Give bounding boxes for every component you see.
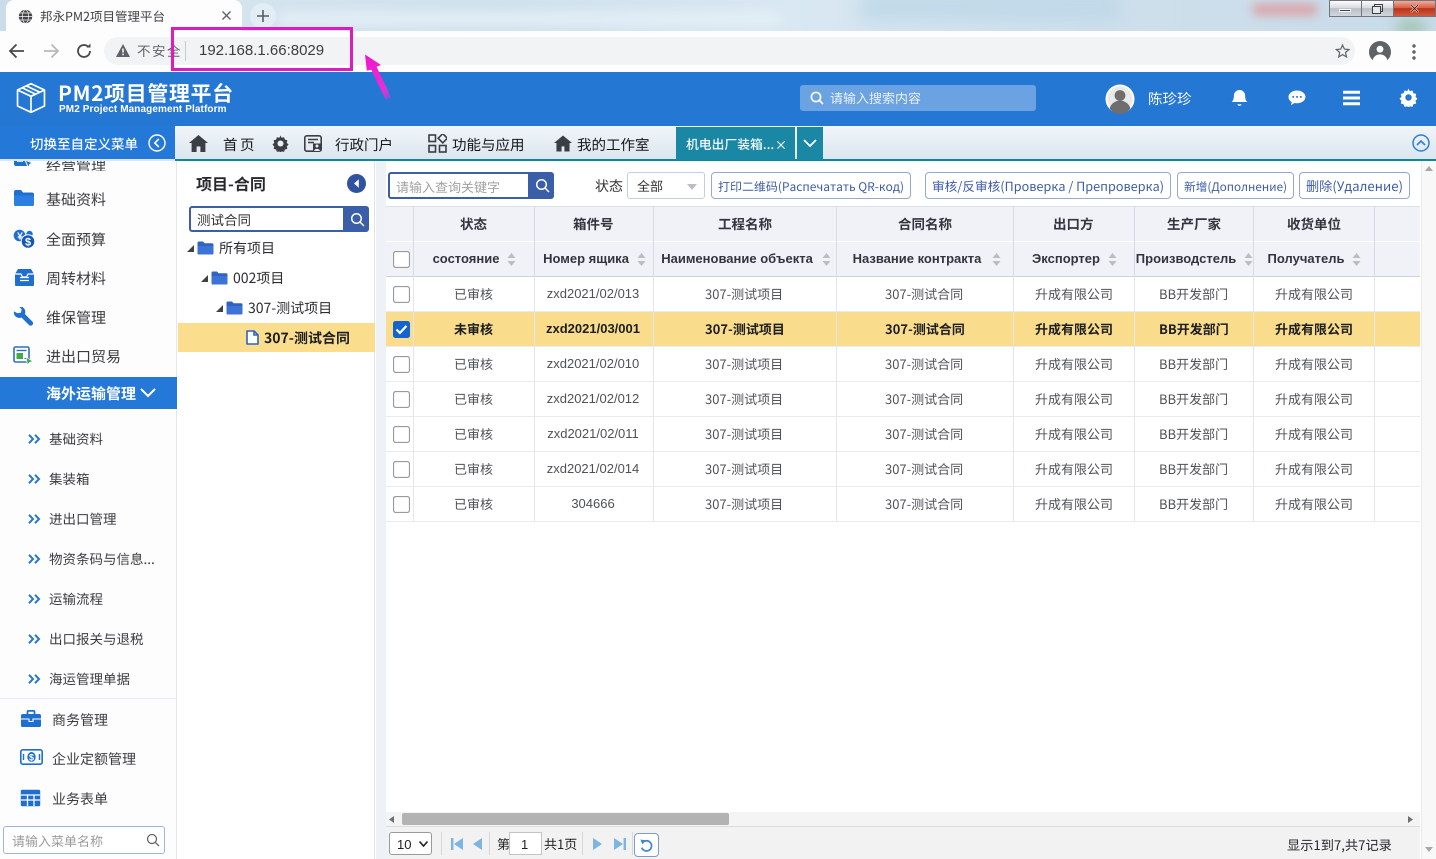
svg-text:$: $ bbox=[29, 752, 34, 762]
svg-text:$: $ bbox=[25, 237, 31, 249]
